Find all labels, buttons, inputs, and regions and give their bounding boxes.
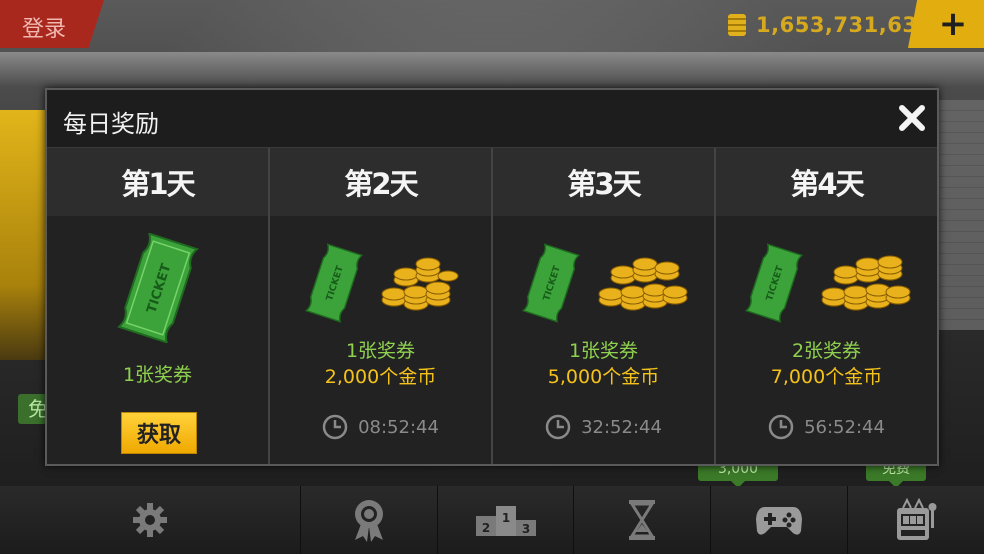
login-button[interactable]: 登录 — [22, 11, 66, 43]
ticket-icon: TICKET — [521, 243, 580, 323]
countdown-timer: 08:52:44 — [270, 414, 491, 440]
clock-icon — [768, 414, 794, 440]
games-button[interactable] — [710, 486, 847, 554]
timer-value: 32:52:44 — [581, 416, 662, 438]
claim-button[interactable]: 获取 — [121, 412, 197, 454]
ticket-icon: TICKET — [304, 243, 363, 323]
reward-coins: 7,000个金币 — [770, 366, 883, 388]
daily-reward-dialog: 每日奖励 第1天 TICKET 1张奖券 获取 第2天 TICKET 1张奖券 … — [45, 88, 939, 466]
day-card-4: 第4天 TICKET 2张奖券 7,000个金币 56:52:44 — [714, 148, 937, 464]
close-button[interactable] — [895, 101, 929, 135]
podium-icon[interactable]: 2 1 3 — [474, 502, 538, 538]
reward-tickets: 1张奖券 — [345, 340, 416, 362]
reward-coins: 2,000个金币 — [324, 366, 437, 388]
day-card-2: 第2天 TICKET 1张奖券 2,000个金币 08:52:44 — [268, 148, 491, 464]
dialog-header: 每日奖励 — [47, 90, 937, 148]
day-label: 第3天 — [493, 148, 714, 216]
close-icon[interactable] — [898, 104, 926, 132]
bottom-toolbar: 2 1 3 — [0, 486, 984, 554]
day-label: 第1天 — [47, 148, 268, 216]
clock-icon — [545, 414, 571, 440]
achievements-button[interactable] — [299, 486, 437, 554]
reward-tickets: 1张奖券 — [568, 340, 639, 362]
coin-balance-value: 1,653,731,632 — [756, 13, 933, 37]
day-card-1: 第1天 TICKET 1张奖券 获取 — [47, 148, 268, 464]
ceiling-beam — [0, 52, 984, 88]
reward-coins: 5,000个金币 — [547, 366, 660, 388]
timer-value: 08:52:44 — [358, 416, 439, 438]
leaderboard-button[interactable]: 2 1 3 — [436, 486, 574, 554]
countdown-timer: 56:52:44 — [716, 414, 937, 440]
dialog-title: 每日奖励 — [63, 110, 159, 138]
award-icon[interactable] — [349, 498, 389, 542]
slots-button[interactable] — [847, 486, 984, 554]
coin-balance-display: 1,653,731,632 — [728, 10, 933, 40]
day-label: 第2天 — [270, 148, 491, 216]
timer-value: 56:52:44 — [804, 416, 885, 438]
clock-icon — [322, 414, 348, 440]
gear-icon[interactable] — [131, 501, 169, 539]
hourglass-icon[interactable] — [627, 499, 657, 541]
gamepad-icon[interactable] — [755, 503, 803, 537]
reward-tickets: 1张奖券 — [122, 364, 193, 386]
countdown-timer: 32:52:44 — [493, 414, 714, 440]
gold-coins-icon — [381, 257, 458, 311]
coin-icon — [728, 14, 746, 36]
slot-machine-icon[interactable] — [893, 498, 939, 542]
ticket-icon: TICKET — [744, 243, 803, 323]
svg-text:1: 1 — [501, 511, 509, 525]
settings-button[interactable] — [0, 486, 300, 554]
gold-coins-icon — [598, 257, 687, 311]
svg-text:3: 3 — [521, 522, 529, 536]
svg-text:2: 2 — [481, 521, 489, 535]
timed-events-button[interactable] — [573, 486, 710, 554]
gold-coins-icon — [821, 255, 910, 311]
day-label: 第4天 — [716, 148, 937, 216]
day-card-3: 第3天 TICKET 1张奖券 5,000个金币 32:52:44 — [491, 148, 714, 464]
day-cards: 第1天 TICKET 1张奖券 获取 第2天 TICKET 1张奖券 2,000… — [47, 148, 937, 464]
ticket-icon: TICKET — [116, 233, 199, 343]
add-coins-button[interactable]: + — [908, 0, 984, 48]
reward-tickets: 2张奖券 — [791, 340, 862, 362]
